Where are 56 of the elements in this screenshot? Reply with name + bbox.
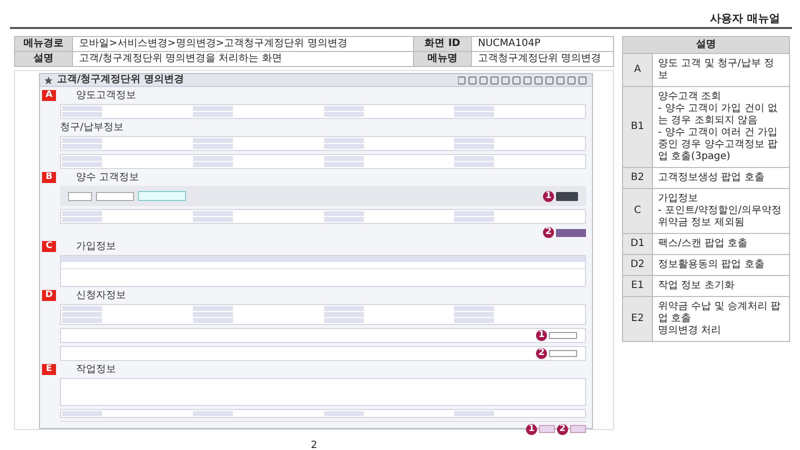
select-field[interactable]: [96, 192, 134, 200]
section-title: 청구/납부정보: [60, 122, 124, 133]
create-button[interactable]: [556, 228, 586, 236]
row-label: 메뉴명: [414, 52, 472, 67]
row-description: 위약금 수납 및 승계처리 팝업 호출 명의변경 처리: [653, 297, 790, 342]
row-description: 정보활용동의 팝업 호출: [653, 255, 790, 276]
row-code: C: [623, 189, 653, 234]
memo-box[interactable]: [60, 378, 586, 406]
section-title: 양도고객정보: [76, 90, 136, 101]
row-code: B2: [623, 168, 653, 189]
search-button[interactable]: [556, 192, 578, 200]
callout-badge: 2: [536, 348, 547, 359]
row-value: 고객/청구계정단위 명의변경을 처리하는 화면: [73, 52, 414, 67]
row-label: 설명: [15, 52, 73, 67]
section-marker: D: [42, 290, 56, 301]
row-description: 팩스/스캔 팝업 호출: [653, 234, 790, 255]
callout-badge: 2: [557, 424, 568, 434]
star-icon: [44, 76, 53, 84]
row-description: 양도 고객 및 청구/납부 정보: [653, 54, 790, 87]
page-number: 2: [310, 440, 318, 450]
action-button[interactable]: [570, 425, 586, 433]
popup-button[interactable]: [549, 332, 577, 339]
callout-badge: 1: [536, 330, 547, 341]
row-code: E1: [623, 276, 653, 297]
callout-badge: 1: [526, 424, 537, 434]
row-description: 가입정보 - 포인트/약정할인/의무약정 위약금 정보 제외됨: [653, 189, 790, 234]
action-button[interactable]: [539, 425, 555, 433]
section-marker: B: [42, 172, 56, 183]
row-label: 화면 ID: [414, 37, 472, 52]
row-code: B1: [623, 87, 653, 168]
section-title: 작업정보: [76, 364, 116, 375]
popup-button[interactable]: [549, 350, 577, 357]
section-title: 가입정보: [76, 241, 116, 252]
window-title: 고객/청구계정단위 명의변경: [57, 74, 184, 86]
input-field[interactable]: [138, 191, 186, 201]
row-code: A: [623, 54, 653, 87]
section-marker: A: [42, 90, 56, 101]
section-marker: C: [42, 241, 56, 252]
row-code: D2: [623, 255, 653, 276]
row-code: D1: [623, 234, 653, 255]
row-value: 고객청구계정단위 명의변경: [472, 52, 614, 67]
table-heading: 설명: [623, 37, 790, 54]
section-title: 신청자정보: [76, 290, 126, 301]
select-field[interactable]: [68, 192, 92, 200]
row-description: 작업 정보 초기화: [653, 276, 790, 297]
row-value: NUCMA104P: [472, 37, 614, 52]
page-header: 사용자 매뉴얼: [710, 12, 780, 26]
row-label: 메뉴경로: [15, 37, 73, 52]
row-value: 모바일>서비스변경>명의변경>고객청구계정단위 명의변경: [73, 37, 414, 52]
section-title: 양수 고객정보: [76, 172, 140, 183]
callout-badge: 2: [543, 227, 554, 238]
row-code: E2: [623, 297, 653, 342]
row-description: 양수고객 조회 - 양수 고객이 가입 건이 없는 경우 조회되지 않음 - 양수 고객이 여러 건 가입중인 경우 양수고객정보 팝업 호출(3page): [653, 87, 790, 168]
callout-badge: 1: [543, 190, 554, 202]
row-description: 고객정보생성 팝업 호출: [653, 168, 790, 189]
section-marker: E: [42, 364, 56, 375]
